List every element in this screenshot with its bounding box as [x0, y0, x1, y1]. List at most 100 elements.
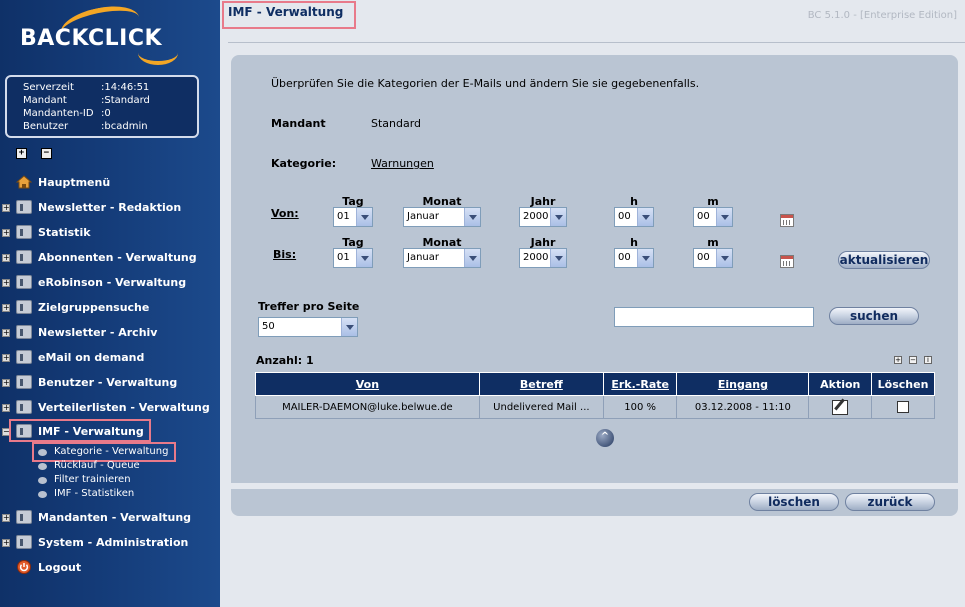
info-icon[interactable]: i — [924, 356, 932, 364]
chevron-down-icon — [716, 208, 732, 226]
subnav-imf-statistiken[interactable]: IMF - Statistiken — [38, 488, 208, 502]
cell-betreff: Undelivered Mail ... — [478, 395, 604, 419]
info-row-serverzeit: Serverzeit: 14:46:51 — [23, 82, 150, 93]
mail-table: Von Betreff Erk.-Rate Eingang Aktion Lös… — [255, 372, 935, 419]
nav-item-zielgruppensuche[interactable]: + Zielgruppensuche — [0, 298, 220, 318]
cell-aktion — [808, 395, 873, 419]
expand-icon[interactable]: + — [2, 254, 10, 262]
nav-item-newsletter-archiv[interactable]: + Newsletter - Archiv — [0, 323, 220, 343]
chevron-down-icon — [550, 249, 566, 267]
von-hour-select[interactable]: 00 — [614, 207, 654, 227]
info-row-mandant: Mandant: Standard — [23, 95, 150, 106]
subnav-ruecklauf-queue[interactable]: Rücklauf - Queue — [38, 460, 208, 474]
expand-icon[interactable]: + — [2, 354, 10, 362]
calendar-icon[interactable] — [780, 214, 794, 227]
scroll-up-icon[interactable]: ^ — [596, 429, 614, 447]
version-label: BC 5.1.0 - [Enterprise Edition] — [807, 10, 957, 21]
backclick-logo: BACKCLICK — [18, 0, 178, 68]
expand-icon[interactable]: + — [2, 329, 10, 337]
column-header-von[interactable]: Von — [255, 372, 480, 396]
bis-tag-select[interactable]: 01 — [333, 248, 373, 268]
folder-icon — [16, 510, 32, 524]
chevron-down-icon — [716, 249, 732, 267]
table-row: MAILER-DAEMON@luke.belwue.de Undelivered… — [255, 395, 935, 419]
chevron-down-icon — [356, 208, 372, 226]
kategorie-link[interactable]: Warnungen — [371, 157, 434, 170]
folder-icon — [16, 300, 32, 314]
nav-item-logout[interactable]: Logout — [0, 558, 220, 578]
von-tag-select[interactable]: 01 — [333, 207, 373, 227]
result-count: Anzahl: 1 — [256, 354, 314, 367]
back-button[interactable]: zurück — [845, 493, 935, 511]
bullet-icon — [38, 477, 47, 484]
expand-icon[interactable]: + — [2, 379, 10, 387]
nav-item-system-administration[interactable]: + System - Administration — [0, 533, 220, 553]
bis-jahr-select[interactable]: 2000 — [519, 248, 567, 268]
folder-icon — [16, 400, 32, 414]
von-minute-select[interactable]: 00 — [693, 207, 733, 227]
cell-erk-rate: 100 % — [602, 395, 678, 419]
delete-button[interactable]: löschen — [749, 493, 839, 511]
main-content: IMF - Verwaltung BC 5.1.0 - [Enterprise … — [220, 0, 965, 607]
expand-icon[interactable]: + — [2, 279, 10, 287]
nav-item-erobinson-verwaltung[interactable]: + eRobinson - Verwaltung — [0, 273, 220, 293]
delete-checkbox[interactable] — [897, 401, 910, 413]
von-monat-select[interactable]: Januar — [403, 207, 481, 227]
expand-icon[interactable]: + — [2, 304, 10, 312]
folder-icon — [16, 375, 32, 389]
expand-icon[interactable]: + — [894, 356, 902, 364]
mandant-value: Standard — [371, 117, 422, 130]
folder-icon — [16, 350, 32, 364]
column-header-betreff[interactable]: Betreff — [478, 372, 604, 396]
header-divider — [228, 42, 965, 43]
nav-item-newsletter-redaktion[interactable]: + Newsletter - Redaktion — [0, 198, 220, 218]
bis-monat-select[interactable]: Januar — [403, 248, 481, 268]
bullet-icon — [38, 463, 47, 470]
collapse-all-button[interactable]: − — [41, 148, 52, 159]
intro-text: Überprüfen Sie die Kategorien der E-Mail… — [271, 77, 700, 90]
edit-icon[interactable] — [832, 399, 849, 415]
footer-bar: löschen zurück — [231, 489, 958, 516]
nav-item-verteilerlisten-verwaltung[interactable]: + Verteilerlisten - Verwaltung — [0, 398, 220, 418]
nav-item-hauptmenue[interactable]: Hauptmenü — [0, 173, 220, 193]
cell-von: MAILER-DAEMON@luke.belwue.de — [255, 395, 480, 419]
nav-item-abonnenten-verwaltung[interactable]: + Abonnenten - Verwaltung — [0, 248, 220, 268]
nav-item-statistik[interactable]: + Statistik — [0, 223, 220, 243]
subnav-filter-trainieren[interactable]: Filter trainieren — [38, 474, 208, 488]
expand-icon[interactable]: + — [2, 204, 10, 212]
mandant-label: Mandant — [271, 117, 326, 130]
logo-text: BACKCLICK — [20, 26, 163, 51]
column-header-eingang[interactable]: Eingang — [676, 372, 810, 396]
calendar-icon[interactable] — [780, 255, 794, 268]
column-header-aktion: Aktion — [808, 372, 873, 396]
bis-minute-select[interactable]: 00 — [693, 248, 733, 268]
chevron-down-icon — [637, 249, 653, 267]
server-info-box: Serverzeit: 14:46:51 Mandant: Standard M… — [5, 75, 199, 138]
nav-item-mandanten-verwaltung[interactable]: + Mandanten - Verwaltung — [0, 508, 220, 528]
sidebar: BACKCLICK Serverzeit: 14:46:51 Mandant: … — [0, 0, 220, 607]
expand-icon[interactable]: + — [2, 404, 10, 412]
bullet-icon — [38, 491, 47, 498]
chevron-down-icon — [464, 249, 480, 267]
home-icon — [15, 175, 33, 189]
folder-icon — [16, 250, 32, 264]
chevron-down-icon — [550, 208, 566, 226]
column-header-erk-rate[interactable]: Erk.-Rate — [602, 372, 678, 396]
expand-icon[interactable]: + — [2, 229, 10, 237]
bis-hour-select[interactable]: 00 — [614, 248, 654, 268]
per-page-select[interactable]: 50 — [258, 317, 358, 337]
expand-icon[interactable]: + — [2, 514, 10, 522]
collapse-icon[interactable]: − — [909, 356, 917, 364]
highlight-frame — [9, 419, 151, 442]
cell-loeschen — [871, 395, 935, 419]
chevron-down-icon — [356, 249, 372, 267]
aktualisieren-button[interactable]: aktualisieren — [838, 251, 930, 269]
search-button[interactable]: suchen — [829, 307, 919, 325]
nav-item-email-on-demand[interactable]: + eMail on demand — [0, 348, 220, 368]
column-header-loeschen: Löschen — [871, 372, 935, 396]
search-input[interactable] — [614, 307, 814, 327]
von-jahr-select[interactable]: 2000 — [519, 207, 567, 227]
nav-item-benutzer-verwaltung[interactable]: + Benutzer - Verwaltung — [0, 373, 220, 393]
expand-all-button[interactable]: + — [16, 148, 27, 159]
expand-icon[interactable]: + — [2, 539, 10, 547]
